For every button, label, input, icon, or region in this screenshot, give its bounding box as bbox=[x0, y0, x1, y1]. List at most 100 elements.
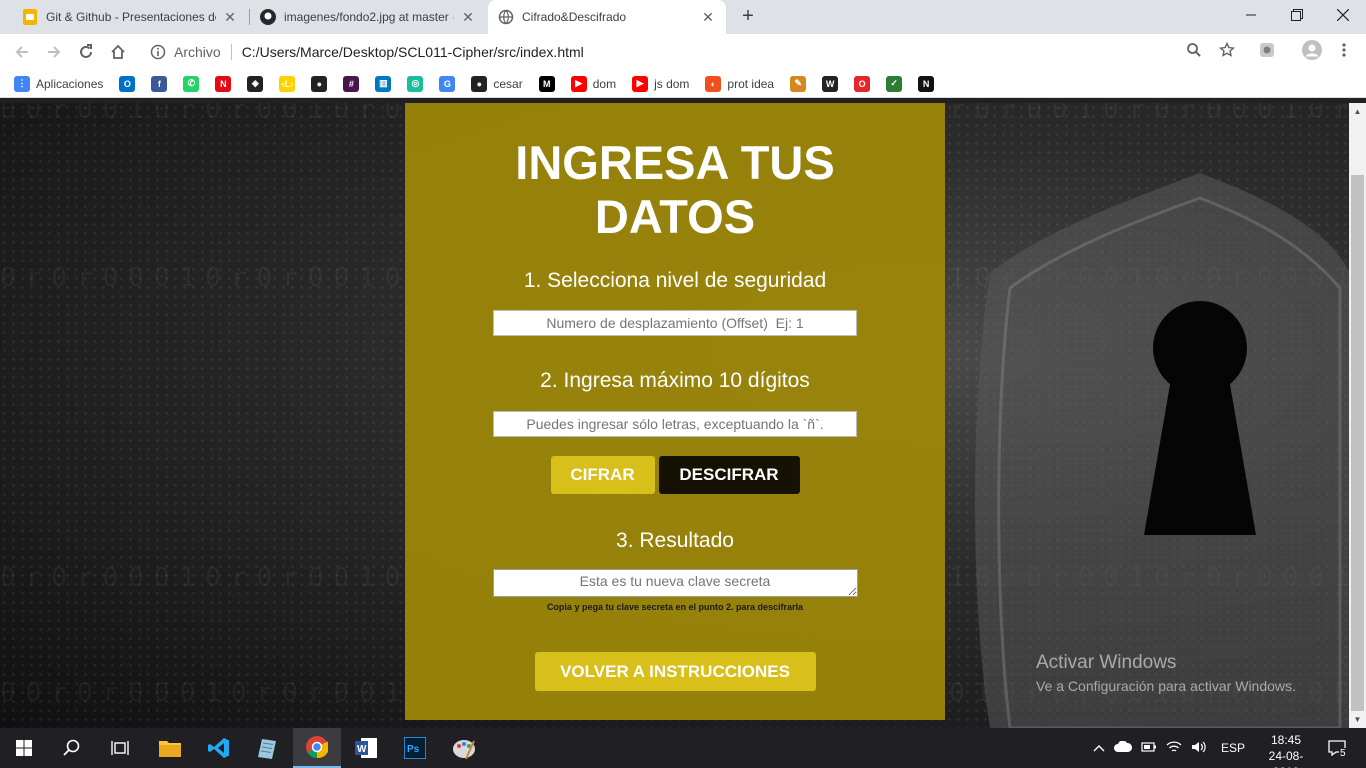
bookmark-item[interactable]: G bbox=[439, 75, 456, 92]
tab-cifrado[interactable]: Cifrado&Descifrado ✕ bbox=[488, 0, 726, 34]
medium-icon: M bbox=[538, 75, 555, 92]
chrome-icon[interactable] bbox=[293, 728, 341, 768]
notes-icon: ✎ bbox=[790, 75, 807, 92]
bookmark-item[interactable]: N bbox=[215, 75, 232, 92]
watermark-title: Activar Windows bbox=[1036, 652, 1177, 673]
menu-kebab-icon[interactable] bbox=[1334, 40, 1354, 60]
close-icon[interactable]: ✕ bbox=[700, 9, 716, 25]
youtube-icon: ▶ bbox=[570, 75, 587, 92]
close-icon[interactable]: ✕ bbox=[460, 9, 476, 25]
search-icon bbox=[63, 739, 80, 756]
back-to-instructions-button[interactable]: VOLVER A INSTRUCCIONES bbox=[534, 652, 816, 691]
photoshop-icon[interactable]: Ps bbox=[391, 728, 439, 768]
close-icon[interactable]: ✕ bbox=[222, 9, 238, 25]
minimize-button[interactable] bbox=[1228, 0, 1274, 30]
offset-input[interactable] bbox=[493, 310, 857, 336]
bookmark-item[interactable]: ◎ bbox=[407, 75, 424, 92]
vertical-scrollbar[interactable]: ▲ ▼ bbox=[1349, 103, 1366, 728]
bookmark-label: cesar bbox=[493, 76, 523, 91]
bookmark-item[interactable]: ▶ dom bbox=[570, 75, 616, 92]
trello-icon: ▥ bbox=[375, 75, 392, 92]
arrow-left-icon bbox=[15, 46, 28, 58]
new-tab-button[interactable]: + bbox=[737, 5, 759, 27]
page-viewport: 00r0010r0r0010r0r00010r0r0010r0r00010r0r… bbox=[0, 103, 1349, 728]
tab-strip: Git & Github - Presentaciones de ✕ image… bbox=[0, 0, 1366, 34]
clock[interactable]: 18:45 24-08-2019 bbox=[1258, 732, 1314, 768]
bookmark-item[interactable]: ⋮⋮⋮ Aplicaciones bbox=[9, 75, 104, 92]
info-icon[interactable] bbox=[150, 44, 166, 60]
outlook-icon: O bbox=[119, 75, 136, 92]
notifications-button[interactable]: 5 bbox=[1322, 728, 1352, 768]
chevron-up-icon[interactable] bbox=[1092, 741, 1106, 755]
vscode-icon[interactable] bbox=[195, 728, 243, 768]
scheme-label: Archivo bbox=[174, 44, 221, 60]
language-indicator[interactable]: ESP bbox=[1221, 741, 1245, 755]
forward-button[interactable] bbox=[42, 40, 66, 64]
restore-button[interactable] bbox=[1274, 0, 1320, 30]
start-button[interactable] bbox=[0, 728, 48, 768]
scroll-thumb[interactable] bbox=[1351, 175, 1364, 711]
close-window-button[interactable] bbox=[1320, 0, 1366, 30]
bookmark-item[interactable]: ● cesar bbox=[471, 75, 523, 92]
arrow-right-icon bbox=[48, 46, 61, 58]
bookmark-item[interactable]: f bbox=[151, 75, 168, 92]
bookmark-item[interactable]: ✆ bbox=[183, 75, 200, 92]
profile-avatar-icon[interactable] bbox=[1302, 40, 1322, 60]
action-buttons: CIFRAR DESCIFRAR bbox=[550, 456, 800, 494]
search-button[interactable] bbox=[48, 728, 96, 768]
url-text[interactable]: C:/Users/Marce/Desktop/SCL011-Cipher/src… bbox=[242, 44, 584, 60]
result-output[interactable] bbox=[492, 569, 858, 597]
decrypt-button[interactable]: DESCIFRAR bbox=[658, 456, 800, 494]
slack-icon: # bbox=[343, 75, 360, 92]
bookmark-item[interactable]: ◐ prot idea bbox=[705, 75, 774, 92]
extension-icon[interactable] bbox=[1257, 40, 1277, 60]
tab-github[interactable]: imagenes/fondo2.jpg at master · ✕ bbox=[250, 0, 486, 34]
bookmark-item[interactable]: ● bbox=[311, 75, 328, 92]
notepad-icon[interactable] bbox=[244, 728, 292, 768]
tab-title: Cifrado&Descifrado bbox=[522, 10, 627, 24]
text-input[interactable] bbox=[493, 411, 857, 437]
encrypt-button[interactable]: CIFRAR bbox=[550, 456, 655, 494]
battery-icon[interactable] bbox=[1141, 741, 1157, 756]
bookmark-item[interactable]: ▶ js dom bbox=[632, 75, 689, 92]
bookmark-item[interactable]: W bbox=[822, 75, 839, 92]
github-icon: ● bbox=[311, 75, 328, 92]
star-icon[interactable] bbox=[1217, 40, 1237, 60]
browser-toolbar: Archivo C:/Users/Marce/Desktop/SCL011-Ci… bbox=[0, 34, 1366, 70]
file-explorer-icon[interactable] bbox=[146, 728, 194, 768]
task-view-button[interactable] bbox=[96, 728, 144, 768]
bookmark-item[interactable]: O bbox=[119, 75, 136, 92]
bookmark-item[interactable]: ✎ bbox=[790, 75, 807, 92]
windows-logo-icon bbox=[16, 740, 32, 756]
bookmark-item[interactable]: O bbox=[854, 75, 871, 92]
onedrive-icon[interactable] bbox=[1114, 740, 1133, 755]
address-bar[interactable]: Archivo C:/Users/Marce/Desktop/SCL011-Ci… bbox=[142, 38, 1246, 66]
scroll-down-arrow[interactable]: ▼ bbox=[1349, 711, 1366, 728]
bookmark-item[interactable]: N bbox=[918, 75, 935, 92]
scroll-up-arrow[interactable]: ▲ bbox=[1349, 103, 1366, 120]
step-1-label: 1. Selecciona nivel de seguridad bbox=[523, 269, 827, 292]
system-tray: ESP bbox=[1092, 728, 1245, 768]
bookmark-item[interactable]: # bbox=[343, 75, 360, 92]
volume-icon[interactable] bbox=[1191, 740, 1207, 757]
bookmark-item[interactable]: ▥ bbox=[375, 75, 392, 92]
reload-button[interactable] bbox=[74, 40, 98, 64]
bookmark-item[interactable]: ‹L› bbox=[279, 75, 296, 92]
bookmark-label: Aplicaciones bbox=[36, 76, 104, 91]
home-button[interactable] bbox=[106, 40, 130, 64]
wikipedia-icon: W bbox=[822, 75, 839, 92]
bookmark-item[interactable]: ✓ bbox=[886, 75, 903, 92]
bookmark-item[interactable]: ◈ bbox=[247, 75, 264, 92]
back-button[interactable] bbox=[10, 40, 34, 64]
zoom-search-icon[interactable] bbox=[1184, 40, 1204, 60]
word-icon[interactable]: W bbox=[342, 728, 390, 768]
tab-presentaciones[interactable]: Git & Github - Presentaciones de ✕ bbox=[12, 0, 248, 34]
bookmark-item[interactable]: M bbox=[538, 75, 555, 92]
netflix-icon: N bbox=[215, 75, 232, 92]
google-icon: G bbox=[439, 75, 456, 92]
paint-icon[interactable] bbox=[440, 728, 488, 768]
spellcheck-icon: ✓ bbox=[886, 75, 903, 92]
svg-text:W: W bbox=[357, 744, 367, 755]
tab-title: Git & Github - Presentaciones de bbox=[46, 10, 216, 24]
wifi-icon[interactable] bbox=[1166, 740, 1182, 757]
